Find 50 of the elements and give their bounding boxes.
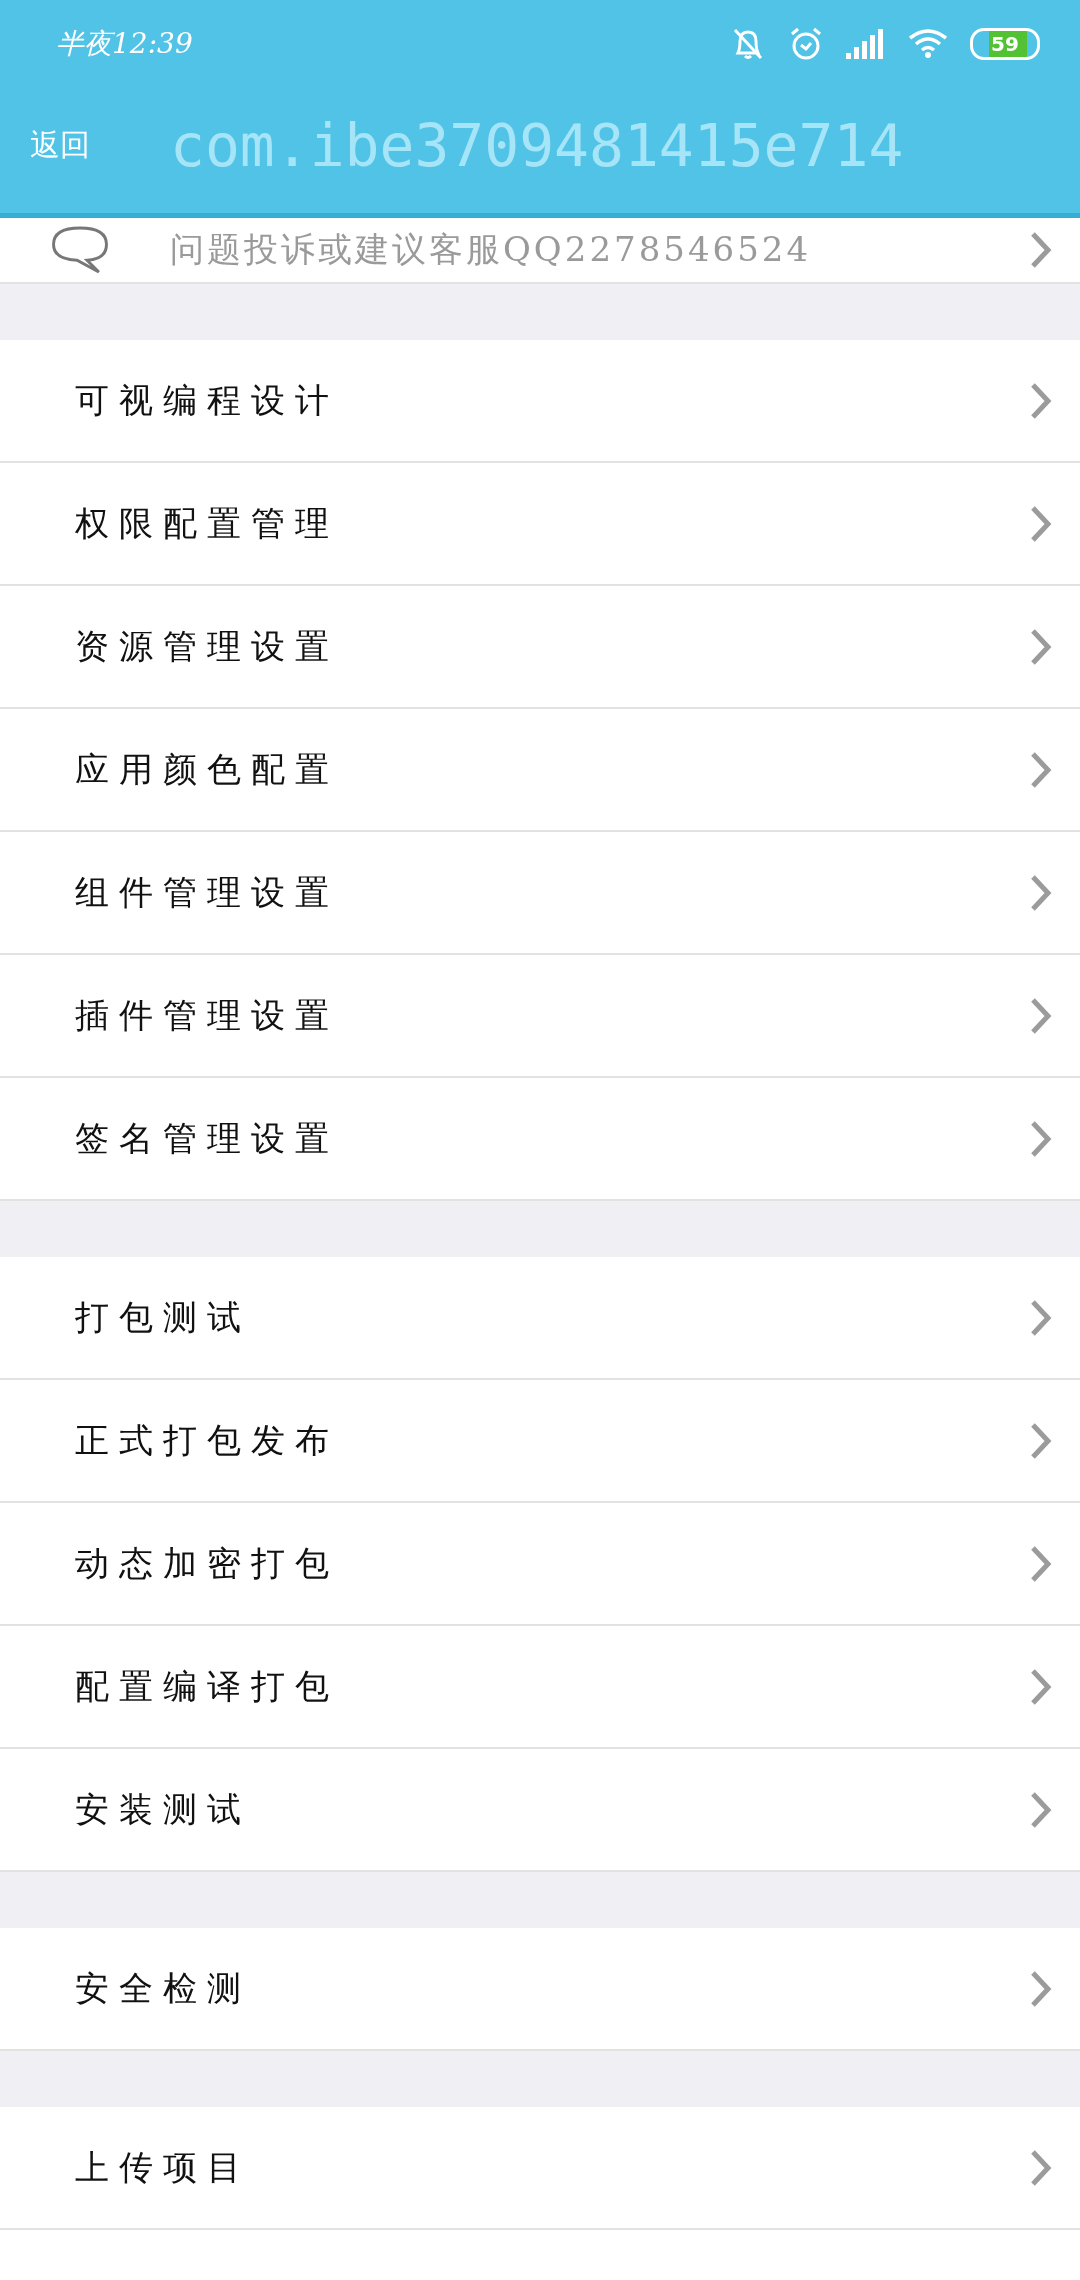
chevron-right-icon: [1030, 1119, 1052, 1158]
page-title: com.ibe3709481415e714: [170, 111, 904, 180]
list-row[interactable]: 上传项目: [0, 2107, 1080, 2230]
row-label: 配置编译打包: [75, 1664, 339, 1708]
row-label: 可视编程设计: [75, 378, 339, 422]
row-label: 动态加密打包: [75, 1541, 339, 1585]
chevron-right-icon: [1030, 381, 1052, 420]
row-label: 上传项目: [75, 2145, 251, 2189]
chevron-right-icon: [1030, 1544, 1052, 1583]
row-label: 签名管理设置: [75, 1116, 339, 1160]
chevron-right-icon: [1030, 1667, 1052, 1706]
chevron-right-icon: [1030, 504, 1052, 543]
chevron-right-icon: [1030, 1969, 1052, 2008]
row-label: 打包测试: [75, 1295, 251, 1339]
row-label: 权限配置管理: [75, 501, 339, 545]
list-row[interactable]: 组件管理设置: [0, 832, 1080, 955]
alarm-icon: [788, 26, 824, 62]
chevron-right-icon: [1030, 1298, 1052, 1337]
list-row[interactable]: 动态加密打包: [0, 1503, 1080, 1626]
row-label: 应用颜色配置: [75, 747, 339, 791]
chevron-right-icon: [1030, 1421, 1052, 1460]
row-label: 安装测试: [75, 1787, 251, 1831]
signal-icon: [846, 29, 886, 59]
row-label: 正式打包发布: [75, 1418, 339, 1462]
list-row[interactable]: 权限配置管理: [0, 463, 1080, 586]
list-row[interactable]: 插件管理设置: [0, 955, 1080, 1078]
chevron-right-icon: [1030, 1790, 1052, 1829]
chevron-right-icon: [1030, 996, 1052, 1035]
list-row[interactable]: 应用颜色配置: [0, 709, 1080, 832]
chevron-right-icon: [1030, 2148, 1052, 2187]
chevron-right-icon: [1030, 231, 1052, 269]
list-row[interactable]: 配置编译打包: [0, 1626, 1080, 1749]
status-time: 半夜12:39: [56, 26, 193, 62]
battery-icon: 59: [970, 28, 1040, 60]
chevron-right-icon: [1030, 627, 1052, 666]
list-row[interactable]: 签名管理设置: [0, 1078, 1080, 1201]
list-row[interactable]: 安装测试: [0, 1749, 1080, 1872]
row-label: 插件管理设置: [75, 993, 339, 1037]
list-row[interactable]: 资源管理设置: [0, 586, 1080, 709]
list-row[interactable]: 可视编程设计: [0, 340, 1080, 463]
list-row[interactable]: 正式打包发布: [0, 1380, 1080, 1503]
row-label: 资源管理设置: [75, 624, 339, 668]
chevron-right-icon: [1030, 873, 1052, 912]
row-label: 安全检测: [75, 1966, 251, 2010]
wifi-icon: [908, 28, 948, 60]
row-label: 问题投诉或建议客服QQ2278546524: [170, 228, 812, 271]
list-row[interactable]: 打包测试: [0, 1257, 1080, 1380]
chevron-right-icon: [1030, 750, 1052, 789]
list-row[interactable]: 安全检测: [0, 1928, 1080, 2051]
row-label: 组件管理设置: [75, 870, 339, 914]
